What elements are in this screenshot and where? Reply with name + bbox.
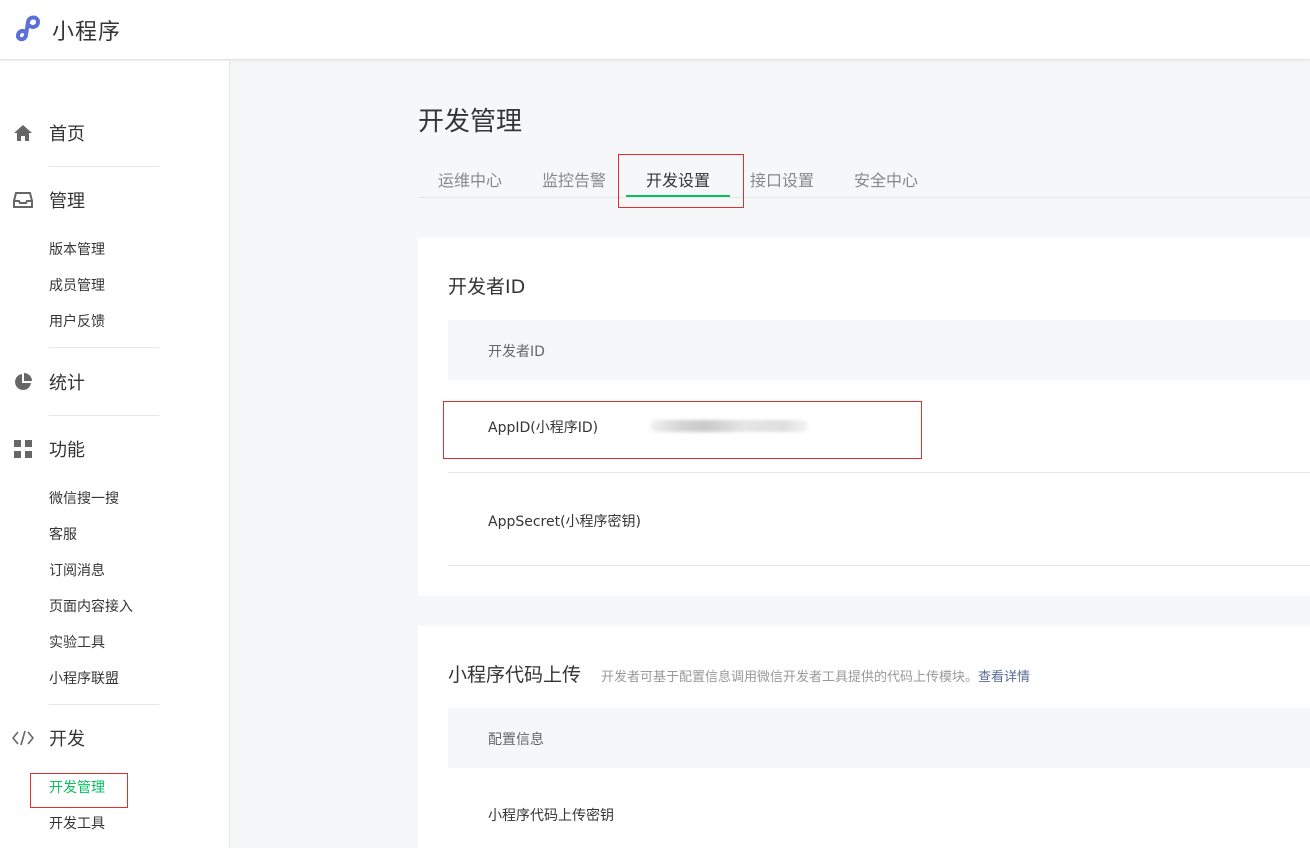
- tab-monitor-alert[interactable]: 监控告警: [542, 167, 606, 191]
- sidebar-item-stats[interactable]: 统计: [12, 367, 85, 397]
- brand[interactable]: 小程序: [12, 12, 121, 48]
- page-title: 开发管理: [418, 107, 523, 137]
- card-title: 开发者ID: [448, 276, 526, 298]
- sidebar-item-label: 首页: [49, 124, 85, 145]
- table-header: 配置信息: [448, 708, 1310, 768]
- divider: [49, 166, 159, 167]
- sidebar-subitem-page-content[interactable]: 页面内容接入: [49, 597, 133, 617]
- sidebar-item-features[interactable]: 功能: [12, 434, 85, 464]
- home-icon: [12, 122, 34, 144]
- sidebar-subitem-version[interactable]: 版本管理: [49, 240, 105, 260]
- grid-icon: [12, 438, 34, 460]
- sidebar-item-manage[interactable]: 管理: [12, 185, 85, 215]
- sidebar-item-label: 功能: [49, 440, 85, 461]
- miniprogram-logo-icon: [12, 12, 44, 48]
- sidebar-subitem-members[interactable]: 成员管理: [49, 276, 105, 296]
- table-header-label: 开发者ID: [488, 344, 545, 360]
- sidebar-item-label: 统计: [49, 373, 85, 394]
- card-title: 小程序代码上传: [448, 664, 582, 686]
- tab-api-settings[interactable]: 接口设置: [750, 167, 814, 191]
- view-details-link[interactable]: 查看详情: [978, 666, 1030, 685]
- tab-security-center[interactable]: 安全中心: [854, 167, 918, 191]
- sidebar: 首页 管理 版本管理 成员管理 用户反馈 统计 功能 微信搜一搜 客服 订阅消息…: [0, 61, 230, 848]
- sidebar-item-home[interactable]: 首页: [12, 118, 85, 148]
- sidebar-subitem-subscribe-msg[interactable]: 订阅消息: [49, 561, 105, 581]
- sidebar-item-label: 管理: [49, 191, 85, 212]
- sidebar-subitem-customer-service[interactable]: 客服: [49, 525, 77, 545]
- card-header: 小程序代码上传 开发者可基于配置信息调用微信开发者工具提供的代码上传模块。 查看…: [448, 660, 1308, 687]
- tab-bar: 运维中心 监控告警 开发设置 接口设置 安全中心: [418, 153, 1310, 208]
- sidebar-item-develop[interactable]: 开发: [12, 723, 85, 753]
- table-row-upload-key: 小程序代码上传密钥: [448, 768, 1310, 848]
- table-header-label: 配置信息: [488, 732, 544, 748]
- sidebar-item-label: 开发: [49, 729, 85, 750]
- sidebar-subitem-experiment-tool[interactable]: 实验工具: [49, 633, 105, 653]
- developer-id-card: 开发者ID 开发者ID AppID(小程序ID) AppSecret(小程序密钥…: [418, 238, 1310, 596]
- sidebar-subitem-union[interactable]: 小程序联盟: [49, 669, 119, 689]
- sidebar-subitem-dev-tools[interactable]: 开发工具: [49, 814, 105, 834]
- sidebar-subitem-wechat-search[interactable]: 微信搜一搜: [49, 489, 119, 509]
- card-description: 开发者可基于配置信息调用微信开发者工具提供的代码上传模块。: [601, 670, 979, 685]
- table-row-appsecret: AppSecret(小程序密钥): [448, 473, 1310, 566]
- top-header: 小程序: [0, 0, 1310, 60]
- row-key: 小程序代码上传密钥: [488, 808, 614, 824]
- row-key: AppSecret(小程序密钥): [488, 514, 642, 530]
- divider: [49, 347, 159, 348]
- inbox-icon: [12, 189, 34, 211]
- divider: [49, 704, 159, 705]
- pie-chart-icon: [12, 371, 34, 393]
- code-icon: [12, 727, 34, 749]
- app-name: 小程序: [52, 20, 122, 45]
- table-header: 开发者ID: [448, 320, 1310, 380]
- tab-ops-center[interactable]: 运维中心: [438, 167, 502, 191]
- divider: [49, 415, 159, 416]
- highlight-box: [618, 154, 744, 208]
- main-content: 开发管理 运维中心 监控告警 开发设置 接口设置 安全中心 开发者ID 开发者I…: [231, 61, 1310, 848]
- sidebar-subitem-feedback[interactable]: 用户反馈: [49, 312, 105, 332]
- highlight-box: [30, 773, 128, 808]
- highlight-box: [443, 401, 922, 459]
- code-upload-card: 小程序代码上传 开发者可基于配置信息调用微信开发者工具提供的代码上传模块。 查看…: [418, 626, 1310, 848]
